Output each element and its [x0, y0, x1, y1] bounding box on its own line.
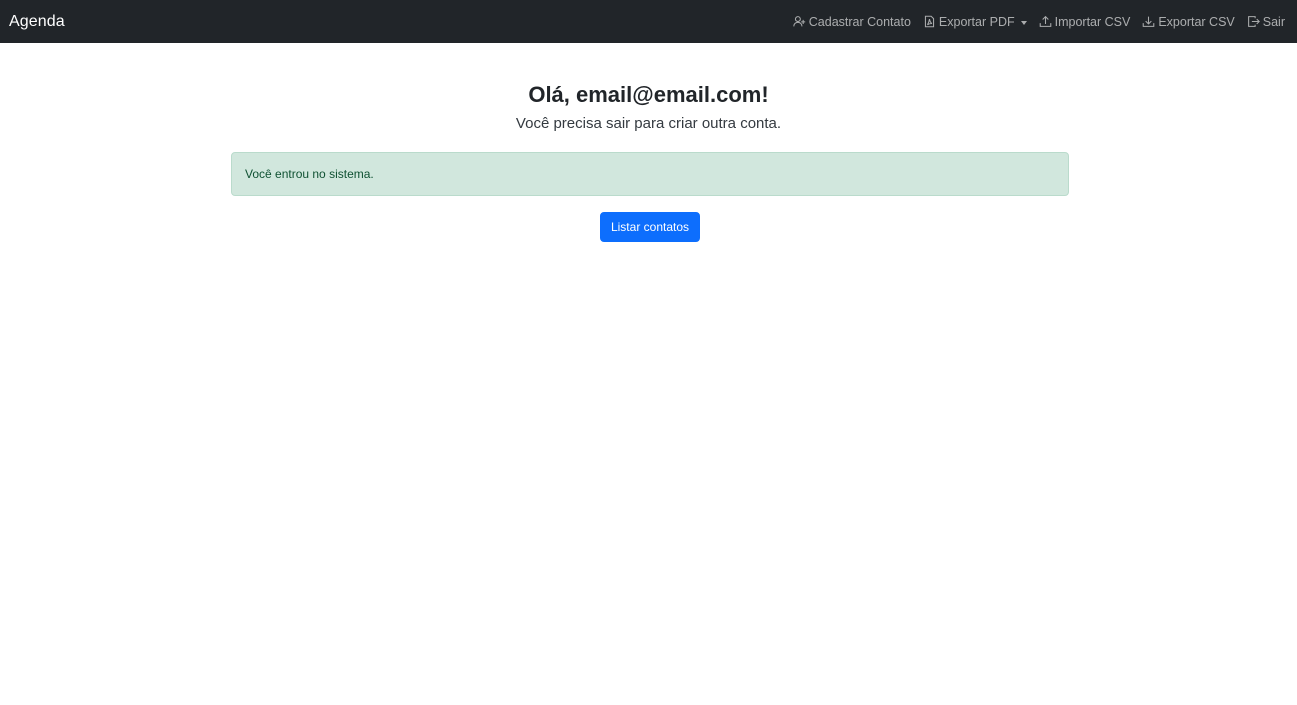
account-notice: Você precisa sair para criar outra conta… — [515, 115, 782, 132]
navbar-links: Cadastrar Contato Exportar PDF Importar … — [793, 15, 1285, 29]
success-alert: Você entrou no sistema. — [231, 152, 1069, 196]
nav-label: Sair — [1262, 14, 1285, 29]
nav-label: Importar CSV — [1054, 14, 1131, 29]
nav-importar-csv[interactable]: Importar CSV — [1039, 14, 1131, 29]
nav-label: Exportar CSV — [1158, 14, 1235, 29]
chevron-down-icon — [1020, 20, 1027, 25]
nav-sair[interactable]: Sair — [1247, 15, 1285, 29]
brand-link[interactable]: Agenda — [9, 13, 65, 31]
nav-label: Exportar PDF — [938, 14, 1015, 29]
greeting-heading: Olá, email@email.com! — [528, 82, 769, 107]
person-add-icon — [793, 15, 806, 28]
upload-icon — [1039, 15, 1052, 28]
nav-exportar-pdf-dropdown[interactable]: Exportar PDF — [923, 15, 1027, 29]
nav-exportar-csv[interactable]: Exportar CSV — [1142, 14, 1235, 29]
file-pdf-icon — [923, 15, 936, 28]
navbar: Agenda Cadastrar Contato Exportar PDF Im… — [0, 0, 1297, 43]
list-contacts-button[interactable]: Listar contatos — [600, 212, 700, 242]
download-icon — [1142, 15, 1155, 28]
alert-message: Você entrou no sistema. — [245, 167, 374, 181]
box-arrow-right-icon — [1247, 15, 1260, 28]
nav-cadastrar-contato[interactable]: Cadastrar Contato — [793, 15, 911, 29]
nav-label: Cadastrar Contato — [808, 14, 911, 29]
